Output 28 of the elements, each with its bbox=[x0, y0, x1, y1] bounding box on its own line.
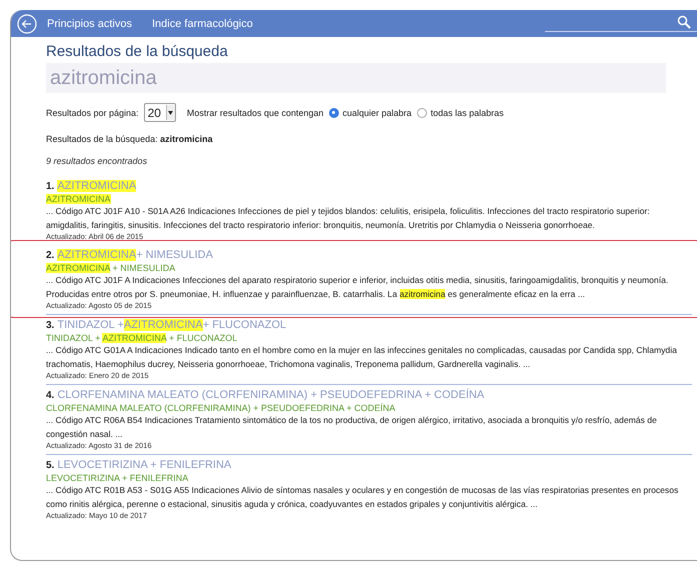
per-page-label: Resultados por página: bbox=[46, 108, 139, 118]
radio-icon[interactable] bbox=[328, 108, 339, 118]
result-count: 9 resultados encontrados bbox=[46, 156, 148, 166]
caret-icon bbox=[168, 110, 174, 114]
nav-link[interactable]: Principios activos bbox=[47, 18, 132, 30]
page-heading: Resultados de la búsqueda bbox=[46, 43, 229, 60]
result-subtitle: AZITROMICINA bbox=[46, 194, 112, 204]
per-page-select[interactable]: 20 bbox=[144, 103, 176, 122]
result-title[interactable]: 4. CLORFENAMINA MALEATO (CLORFENIRAMINA) + PSEUDOEFEDRINA + CODEÍNA bbox=[46, 389, 692, 401]
radio-option[interactable]: cualquier palabra bbox=[328, 108, 412, 118]
result-description: ... Código ATC R01B A53 - S01G A55 Indicaciones Alivio de síntomas nasales y oculares y en congestión de mucosas de las vías respiratorias presentes en procesos como rinitis alérgica, perenne o estacional, sinusitis aguda y crónica, coadyuvantes en estados gripales y conjuntivitis alérgica. ... bbox=[46, 484, 680, 511]
result-title[interactable]: 5. LEVOCETIRIZINA + FENILEFRINA bbox=[46, 459, 692, 471]
result-description: ... Código ATC J01F A10 - S01A A26 Indicaciones Infecciones de piel y tejidos blandos: celulitis, erisipela, foliculitis. Infecciones del tracto respiratorio superior: amigdalitis, faringitis, sinusitis. Infecciones del tracto respiratorio inferior: bronquitis, neumonía. Uretritis por Chlamydia o Neisseria gonorrhoeae. bbox=[46, 205, 651, 232]
search-summary: Resultados de la búsqueda: azitromicina bbox=[46, 134, 214, 144]
result-title[interactable]: 2. AZITROMICINA+ NIMESULIDA bbox=[46, 249, 692, 261]
result-subtitle: CLORFENAMINA MALEATO (CLORFENIRAMINA) + PSEUDOEFEDRINA + CODEÍNA bbox=[46, 403, 396, 413]
radio-option[interactable]: todas las palabras bbox=[416, 108, 504, 118]
search-field[interactable] bbox=[545, 15, 697, 32]
nav-link[interactable]: Indice farmacológico bbox=[152, 18, 253, 30]
result-title[interactable]: 1. AZITROMICINA bbox=[46, 180, 692, 192]
radio-icon[interactable] bbox=[416, 108, 427, 118]
result-description: ... Código ATC G01A A Indicaciones Indicado tanto en el hombre como en la mujer en las infeccines genitales no complicadas, causadas por Candida spp, Chlamydia trachomatis, Haemophilus ducrey, Neisseria gonorrhoeae, Trichomona vaginalis, Treponema pallidum, Gardnerella vaginalis. ... bbox=[46, 344, 678, 371]
back-icon[interactable] bbox=[17, 14, 37, 34]
result-subtitle: LEVOCETIRIZINA + FENILEFRINA bbox=[46, 473, 190, 483]
filter-label: Mostrar resultados que contengan bbox=[186, 108, 324, 118]
result-description: ... Código ATC R06A B54 Indicaciones Tratamiento sintomático de la tos no productiva, de origen alérgico, irritativo, asociada a bronquitis y/o resfrío, además de congestión nasal. ... bbox=[46, 414, 658, 441]
search-icon[interactable] bbox=[677, 15, 691, 29]
result-title[interactable]: 3. TINIDAZOL +AZITROMICINA+ FLUCONAZOL bbox=[46, 319, 692, 331]
